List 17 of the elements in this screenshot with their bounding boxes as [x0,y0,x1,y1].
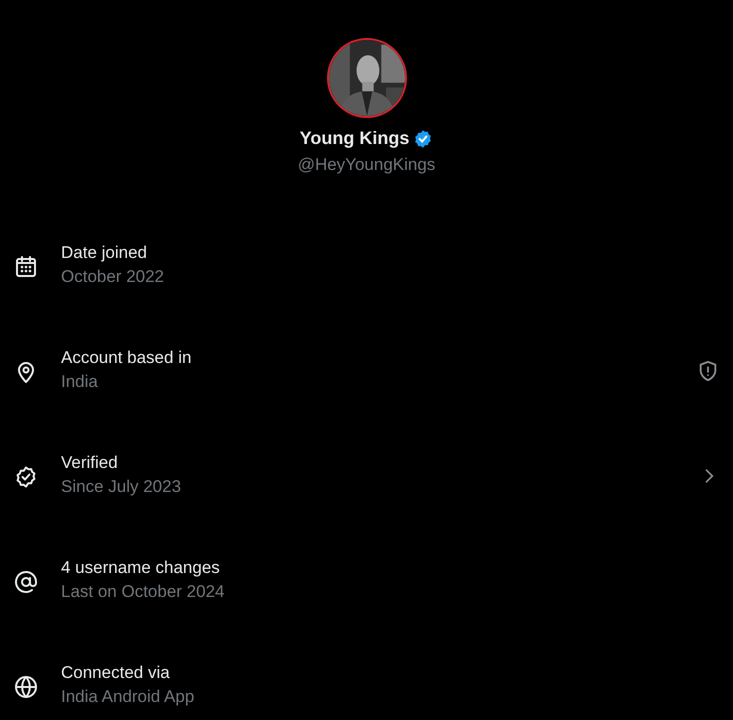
verified-badge-icon [14,465,38,489]
globe-icon [14,675,38,699]
row-title: Date joined [61,243,148,263]
profile-handle: @HeyYoungKings [298,155,436,175]
row-title: Account based in [61,348,192,368]
row-subtitle: Since July 2023 [61,477,182,497]
row-title: 4 username changes [61,558,221,578]
profile-name: Young Kings [300,128,410,149]
row-subtitle: India Android App [61,687,196,707]
row-title: Verified [61,453,119,473]
row-subtitle: October 2022 [61,267,166,287]
at-sign-icon [14,570,38,594]
calendar-icon [14,255,38,279]
row-title: Connected via [61,663,171,683]
row-subtitle: India [61,372,99,392]
row-subtitle: Last on October 2024 [61,582,226,602]
shield-alert-icon[interactable] [697,360,719,382]
